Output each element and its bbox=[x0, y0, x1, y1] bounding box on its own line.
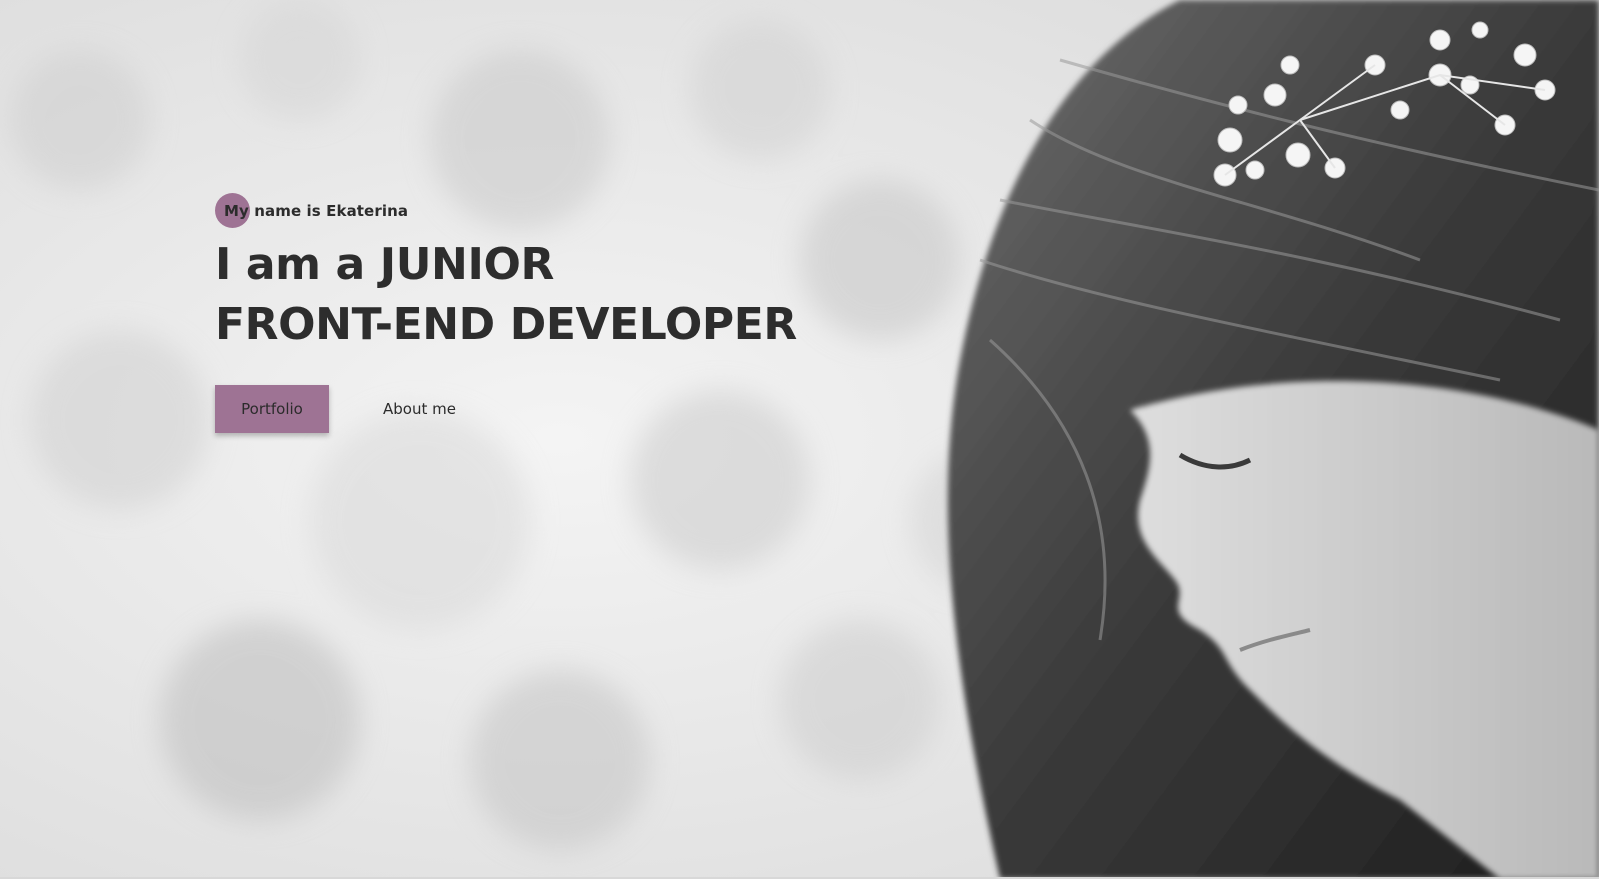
background-portrait-photo bbox=[0, 0, 1599, 879]
intro-subtitle: My name is Ekaterina bbox=[224, 202, 409, 220]
hero-buttons: Portfolio About me bbox=[215, 385, 935, 433]
hero-section: My name is Ekaterina I am a JUNIOR FRONT… bbox=[0, 0, 1599, 879]
headline-line-1: I am a JUNIOR bbox=[215, 239, 554, 290]
page-title: I am a JUNIOR FRONT-END DEVELOPER bbox=[215, 235, 935, 355]
subtitle-row: My name is Ekaterina bbox=[215, 193, 935, 229]
hero-content: My name is Ekaterina I am a JUNIOR FRONT… bbox=[215, 193, 935, 433]
portfolio-button[interactable]: Portfolio bbox=[215, 385, 329, 433]
about-me-button[interactable]: About me bbox=[371, 385, 468, 433]
headline-line-2: FRONT-END DEVELOPER bbox=[215, 299, 797, 350]
